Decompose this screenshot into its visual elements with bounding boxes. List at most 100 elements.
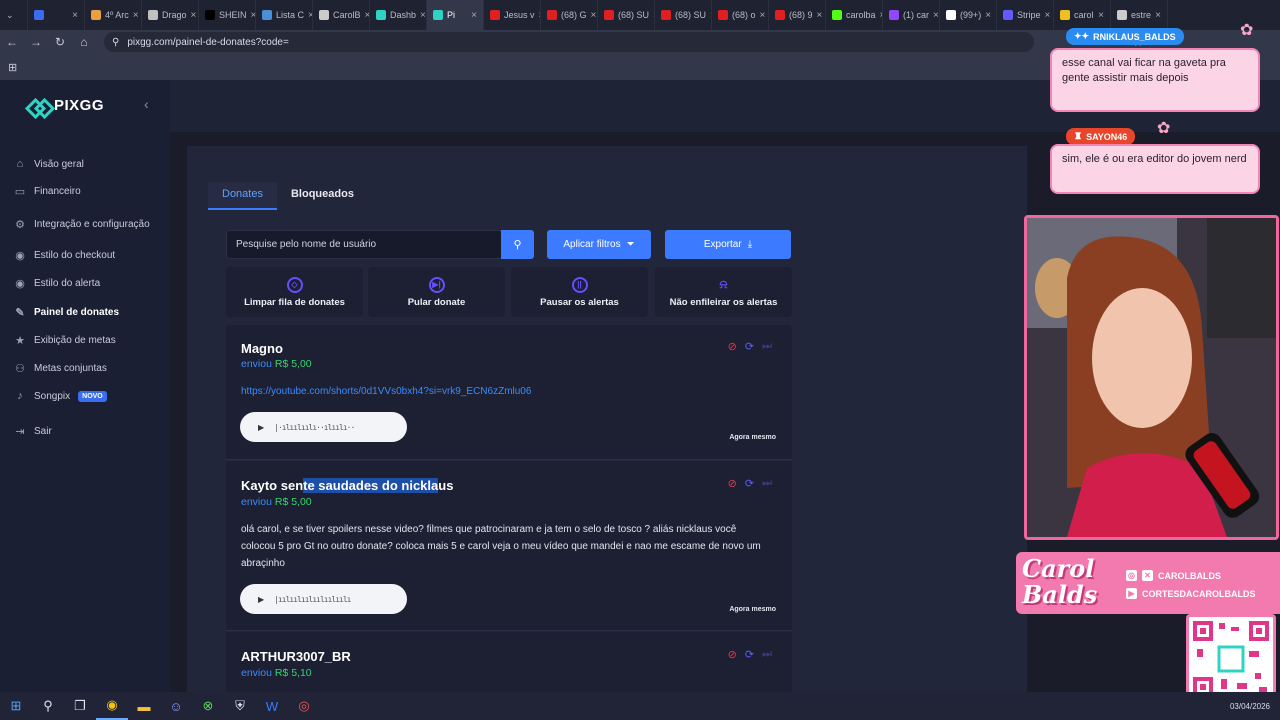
donate-link[interactable]: https://youtube.com/shorts/0d1VVs0bxh4?s… bbox=[241, 386, 531, 397]
sidebar-item-songpix[interactable]: ♪ Songpix NOVO bbox=[14, 390, 107, 402]
tab-close-icon[interactable]: × bbox=[133, 10, 139, 21]
task-view-icon[interactable]: ❐ bbox=[64, 692, 96, 720]
tab-close-icon[interactable]: × bbox=[1045, 10, 1051, 21]
tab-close-icon[interactable]: × bbox=[1098, 10, 1104, 21]
play-icon[interactable]: ▶ bbox=[258, 595, 264, 604]
block-icon[interactable]: ⊘ bbox=[728, 648, 737, 661]
browser-tab[interactable]: (99+) × bbox=[940, 0, 997, 30]
tab-close-icon[interactable]: × bbox=[72, 10, 78, 21]
tab-bloqueados[interactable]: Bloqueados bbox=[277, 182, 368, 210]
file-explorer-icon[interactable]: ▬ bbox=[128, 692, 160, 720]
apply-filters-button[interactable]: Aplicar filtros ⏷ bbox=[547, 230, 651, 259]
browser-tab[interactable]: Jesus v× bbox=[484, 0, 541, 30]
tab-close-icon[interactable]: × bbox=[191, 10, 197, 21]
flower-icon: ✿ bbox=[1240, 22, 1254, 39]
sidebar-item-metas-conjuntas[interactable]: ⚇ Metas conjuntas bbox=[14, 362, 107, 375]
browser-tab[interactable]: Pi × bbox=[427, 0, 484, 30]
tab-close-icon[interactable]: × bbox=[1155, 10, 1161, 21]
reload-icon[interactable]: ↻ bbox=[48, 35, 72, 49]
tab-menu-button[interactable]: ⌄ bbox=[0, 0, 28, 30]
sidebar-item-sair[interactable]: ⇥ Sair bbox=[14, 425, 51, 438]
replay-icon[interactable]: ⟳ bbox=[745, 340, 754, 353]
donate-actions: ⊘ ⟳ ⏭ bbox=[728, 340, 772, 353]
audio-player[interactable]: ▶ |ıılıılıılıılıılıılı bbox=[240, 584, 407, 614]
search-icon[interactable]: ⚲ bbox=[32, 692, 64, 720]
tab-favicon-icon bbox=[832, 10, 842, 20]
export-button[interactable]: Exportar ⤓ bbox=[665, 230, 791, 259]
site-info-icon[interactable]: ⚲ bbox=[112, 37, 119, 48]
xbox-icon[interactable]: ⊗ bbox=[192, 692, 224, 720]
browser-tab[interactable]: × bbox=[28, 0, 85, 30]
audio-player[interactable]: ▶ |·ılıılıılı··ılıılı·· bbox=[240, 412, 407, 442]
skip-icon[interactable]: ⏭ bbox=[762, 340, 772, 353]
browser-tab[interactable]: Dashb × bbox=[370, 0, 427, 30]
search-button[interactable]: ⚲ bbox=[501, 230, 534, 259]
clear-queue-button[interactable]: ◇ Limpar fila de donates bbox=[226, 267, 363, 317]
back-icon[interactable]: ← bbox=[0, 35, 24, 49]
replay-icon[interactable]: ⟳ bbox=[745, 648, 754, 661]
browser-tab[interactable]: (68) 9 × bbox=[769, 0, 826, 30]
browser-tab[interactable]: CarolB × bbox=[313, 0, 370, 30]
tab-close-icon[interactable]: × bbox=[933, 10, 939, 21]
browser-tab[interactable]: (68) SU× bbox=[598, 0, 655, 30]
block-icon[interactable]: ⊘ bbox=[728, 340, 737, 353]
palette-icon: ◉ bbox=[15, 250, 25, 262]
tab-close-icon[interactable]: × bbox=[591, 10, 597, 21]
donate-message: olá carol, e se tiver spoilers nesse vid… bbox=[241, 524, 761, 569]
browser-tab[interactable]: Stripe × bbox=[997, 0, 1054, 30]
tab-donates[interactable]: Donates bbox=[208, 182, 277, 210]
browser-tab[interactable]: (1) car × bbox=[883, 0, 940, 30]
no-queue-alerts-button[interactable]: ⍾ Não enfileirar os alertas bbox=[655, 267, 792, 317]
discord-icon[interactable]: ☺ bbox=[160, 692, 192, 720]
chat-badge-1: ✦✦ RNIKLAUS_BALDS bbox=[1066, 28, 1184, 45]
browser-tab[interactable]: 4º Arc × bbox=[85, 0, 142, 30]
pause-alerts-button[interactable]: || Pausar os alertas bbox=[511, 267, 648, 317]
replay-icon[interactable]: ⟳ bbox=[745, 477, 754, 490]
sidebar-item-estilo-checkout[interactable]: ◉ Estilo do checkout bbox=[14, 249, 115, 262]
browser-tab[interactable]: (68) SU× bbox=[655, 0, 712, 30]
tab-close-icon[interactable]: × bbox=[420, 10, 426, 21]
sidebar-item-integracao[interactable]: ⚙ Integração e configuração bbox=[14, 218, 150, 231]
sidebar-item-painel-donates[interactable]: ✎ Painel de donates bbox=[14, 306, 119, 319]
taskbar-date: 03/04/2026 bbox=[1229, 701, 1270, 711]
apps-grid-icon[interactable]: ⊞ bbox=[8, 61, 17, 74]
sidebar-item-visao-geral[interactable]: ⌂ Visão geral bbox=[14, 158, 84, 170]
browser-tab[interactable]: Drago × bbox=[142, 0, 199, 30]
browser-tab[interactable]: Lista C× bbox=[256, 0, 313, 30]
sidebar-item-estilo-alerta[interactable]: ◉ Estilo do alerta bbox=[14, 277, 100, 290]
new-badge: NOVO bbox=[78, 390, 107, 402]
windows-start-icon[interactable]: ⊞ bbox=[0, 692, 32, 720]
tab-close-icon[interactable]: × bbox=[760, 10, 766, 21]
sidebar-item-exibicao-metas[interactable]: ★ Exibição de metas bbox=[14, 334, 116, 347]
webcam-image bbox=[1027, 218, 1276, 537]
url-field[interactable]: ⚲ pixgg.com/painel-de-donates?code= bbox=[104, 32, 1034, 52]
word-icon[interactable]: W bbox=[256, 692, 288, 720]
obs-icon[interactable]: ◎ bbox=[288, 692, 320, 720]
forward-icon[interactable]: → bbox=[24, 35, 48, 49]
chrome-icon[interactable]: ◉ bbox=[96, 692, 128, 720]
chat-user-badge: ✦✦ RNIKLAUS_BALDS bbox=[1066, 26, 1184, 45]
block-icon[interactable]: ⊘ bbox=[728, 477, 737, 490]
browser-tab[interactable]: (68) G × bbox=[541, 0, 598, 30]
skip-icon[interactable]: ⏭ bbox=[762, 648, 772, 661]
browser-tab[interactable]: carolba× bbox=[826, 0, 883, 30]
instagram-icon: ◎ bbox=[1126, 570, 1137, 581]
sidebar-item-label: Integração e configuração bbox=[34, 219, 150, 230]
sidebar-item-label: Painel de donates bbox=[34, 307, 120, 318]
skip-donate-button[interactable]: ▶| Pular donate bbox=[368, 267, 505, 317]
sidebar-item-financeiro[interactable]: ▭ Financeiro bbox=[14, 185, 81, 198]
tab-close-icon[interactable]: × bbox=[985, 10, 991, 21]
tab-close-icon[interactable]: × bbox=[471, 10, 477, 21]
browser-tab[interactable]: SHEIN × bbox=[199, 0, 256, 30]
pixgg-logo[interactable]: PIXGG bbox=[28, 97, 104, 114]
skip-icon[interactable]: ⏭ bbox=[762, 477, 772, 490]
sidebar-item-label: Estilo do alerta bbox=[34, 278, 101, 289]
browser-tab[interactable]: (68) o × bbox=[712, 0, 769, 30]
collapse-sidebar-icon[interactable]: ‹ bbox=[144, 96, 149, 112]
search-input[interactable]: Pesquise pelo nome de usuário bbox=[226, 230, 502, 259]
home-icon[interactable]: ⌂ bbox=[72, 35, 96, 49]
x-icon: ✕ bbox=[1142, 570, 1153, 581]
tab-close-icon[interactable]: × bbox=[817, 10, 823, 21]
play-icon[interactable]: ▶ bbox=[258, 423, 264, 432]
security-icon[interactable]: ⛨ bbox=[224, 692, 256, 720]
